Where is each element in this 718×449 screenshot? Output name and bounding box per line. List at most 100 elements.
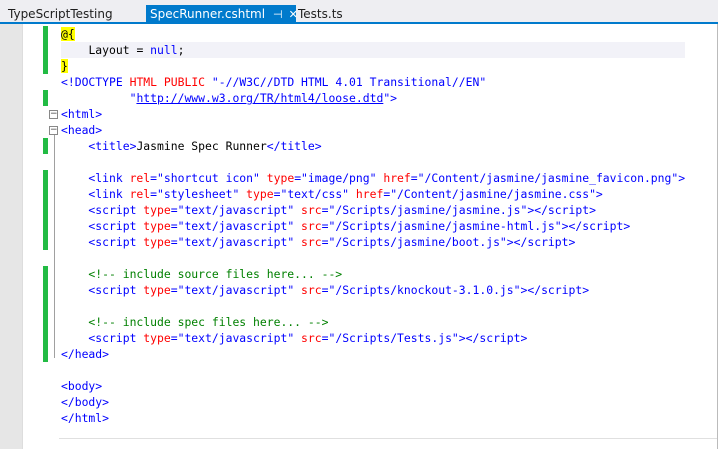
code-token: HTML PUBLIC (129, 75, 212, 89)
tab-tests-ts[interactable]: Tests.ts (294, 5, 347, 24)
change-indicator-bar (43, 266, 48, 282)
code-token: src (301, 283, 322, 297)
change-indicator-bar (43, 26, 48, 42)
code-line[interactable]: <!-- include source files here... --> (61, 266, 685, 282)
code-line[interactable]: <script type="text/javascript" src="/Scr… (61, 282, 685, 298)
code-token: <body> (61, 379, 103, 393)
code-token: ; (177, 43, 185, 57)
tab-typescripttesting[interactable]: TypeScriptTesting (4, 5, 117, 24)
code-line[interactable]: <body> (61, 378, 685, 394)
code-token: ="text/javascript" (170, 283, 302, 297)
change-indicator-bar (43, 138, 48, 154)
code-token: html (67, 107, 96, 121)
code-text[interactable]: @{ Layout = null;} <!DOCTYPE HTML PUBLIC … (61, 26, 686, 426)
code-token: @{ (61, 27, 75, 41)
code-token: "-//W3C//DTD HTML 4.01 Transitional//EN" (211, 75, 487, 89)
code-token: ="text/javascript" (170, 219, 302, 233)
code-token: " (61, 91, 137, 105)
change-indicator-bar (43, 234, 48, 250)
tab-specrunner-cshtml[interactable]: SpecRunner.cshtml ⊣ ✕ (146, 5, 298, 24)
code-token: < (61, 107, 68, 121)
code-line[interactable]: <title>Jasmine Spec Runner</title> (61, 138, 685, 154)
code-line[interactable]: </body> (61, 394, 685, 410)
code-line[interactable]: <script type="text/javascript" src="/Scr… (61, 218, 685, 234)
code-token: <! (61, 75, 75, 89)
code-line[interactable]: "http://www.w3.org/TR/html4/loose.dtd"> (61, 90, 685, 106)
code-token: src (301, 203, 322, 217)
tab-label: SpecRunner.cshtml (150, 7, 266, 21)
change-indicator-bar (43, 346, 48, 362)
code-token: ="text/javascript" (170, 235, 302, 249)
code-line[interactable]: <script type="text/javascript" src="/Scr… (61, 330, 685, 346)
code-line[interactable]: <script type="text/javascript" src="/Scr… (61, 234, 685, 250)
code-token: ="stylesheet" (150, 187, 247, 201)
code-token: src (301, 235, 322, 249)
code-token: } (61, 59, 68, 73)
indicator-margin (0, 24, 22, 449)
code-token: </title> (266, 139, 322, 153)
change-indicator-bar (43, 186, 48, 202)
code-line[interactable]: <link rel="stylesheet" type="text/css" h… (61, 186, 685, 202)
collapse-outline-icon[interactable]: − (49, 110, 58, 119)
code-token: <script (61, 235, 144, 249)
change-indicator-bar (43, 282, 48, 298)
change-indicator-bar (43, 58, 48, 74)
code-token: type (143, 283, 171, 297)
code-editor[interactable]: @{ Layout = null;} <!DOCTYPE HTML PUBLIC … (22, 24, 718, 449)
code-line[interactable] (61, 250, 685, 266)
change-indicator-bar (43, 298, 48, 314)
code-line[interactable]: <link rel="shortcut icon" type="image/pn… (61, 170, 685, 186)
outline-guide-line (54, 134, 55, 358)
code-token: href (383, 171, 411, 185)
code-token: rel (129, 187, 151, 201)
code-line[interactable]: <html> (61, 106, 685, 122)
code-token: type (143, 219, 171, 233)
code-token: ="text/javascript" (170, 203, 302, 217)
code-line[interactable]: </head> (61, 346, 685, 362)
code-line[interactable]: <head> (61, 122, 685, 138)
code-token: <!-- include spec files here... --> (61, 315, 329, 329)
code-token: <link (61, 187, 130, 201)
code-token: > (95, 107, 103, 121)
code-token: <!-- include source files here... --> (61, 267, 343, 281)
code-token: type (246, 187, 274, 201)
code-token: src (301, 331, 322, 345)
code-line[interactable]: </html> (61, 410, 685, 426)
code-token: ="/Content/jasmine/jasmine.css"> (383, 187, 603, 201)
code-line[interactable]: @{ (61, 26, 685, 42)
code-line[interactable]: <!-- include spec files here... --> (61, 314, 685, 330)
change-indicator-bar (43, 330, 48, 346)
code-line[interactable]: <!DOCTYPE HTML PUBLIC "-//W3C//DTD HTML … (61, 74, 685, 90)
code-token: rel (129, 171, 151, 185)
change-indicator-bar (43, 170, 48, 186)
code-token: href (355, 187, 384, 201)
code-line[interactable]: <script type="text/javascript" src="/Scr… (61, 202, 685, 218)
code-line[interactable]: } (61, 58, 685, 74)
code-token: type (143, 331, 171, 345)
code-token: ="text/javascript" (170, 331, 302, 345)
code-token: src (301, 219, 322, 233)
code-line[interactable] (61, 362, 685, 378)
code-token: ="/Scripts/jasmine/jasmine.js"></script> (321, 203, 596, 217)
code-token: </body> (61, 395, 110, 409)
code-token: < (61, 123, 68, 137)
code-token: DOCTYPE (74, 75, 130, 89)
tab-label: Tests.ts (298, 7, 343, 21)
code-token: type (143, 235, 171, 249)
code-token: head (67, 123, 96, 137)
code-line[interactable]: Layout = null; (61, 42, 686, 58)
code-token: "> (383, 91, 398, 105)
code-token: null (150, 43, 178, 57)
code-token: type (143, 203, 171, 217)
tab-label: TypeScriptTesting (8, 7, 113, 21)
code-token: ="/Scripts/knockout-3.1.0.js"></script> (321, 283, 590, 297)
change-indicator-bar (43, 218, 48, 234)
code-token: ="/Scripts/Tests.js"></script> (321, 331, 528, 345)
code-line[interactable] (61, 298, 685, 314)
code-line[interactable] (61, 154, 685, 170)
code-token: type (266, 171, 295, 185)
code-token: Layout = (88, 43, 151, 57)
collapse-outline-icon[interactable]: − (49, 126, 58, 135)
pin-icon[interactable]: ⊣ (273, 5, 283, 24)
